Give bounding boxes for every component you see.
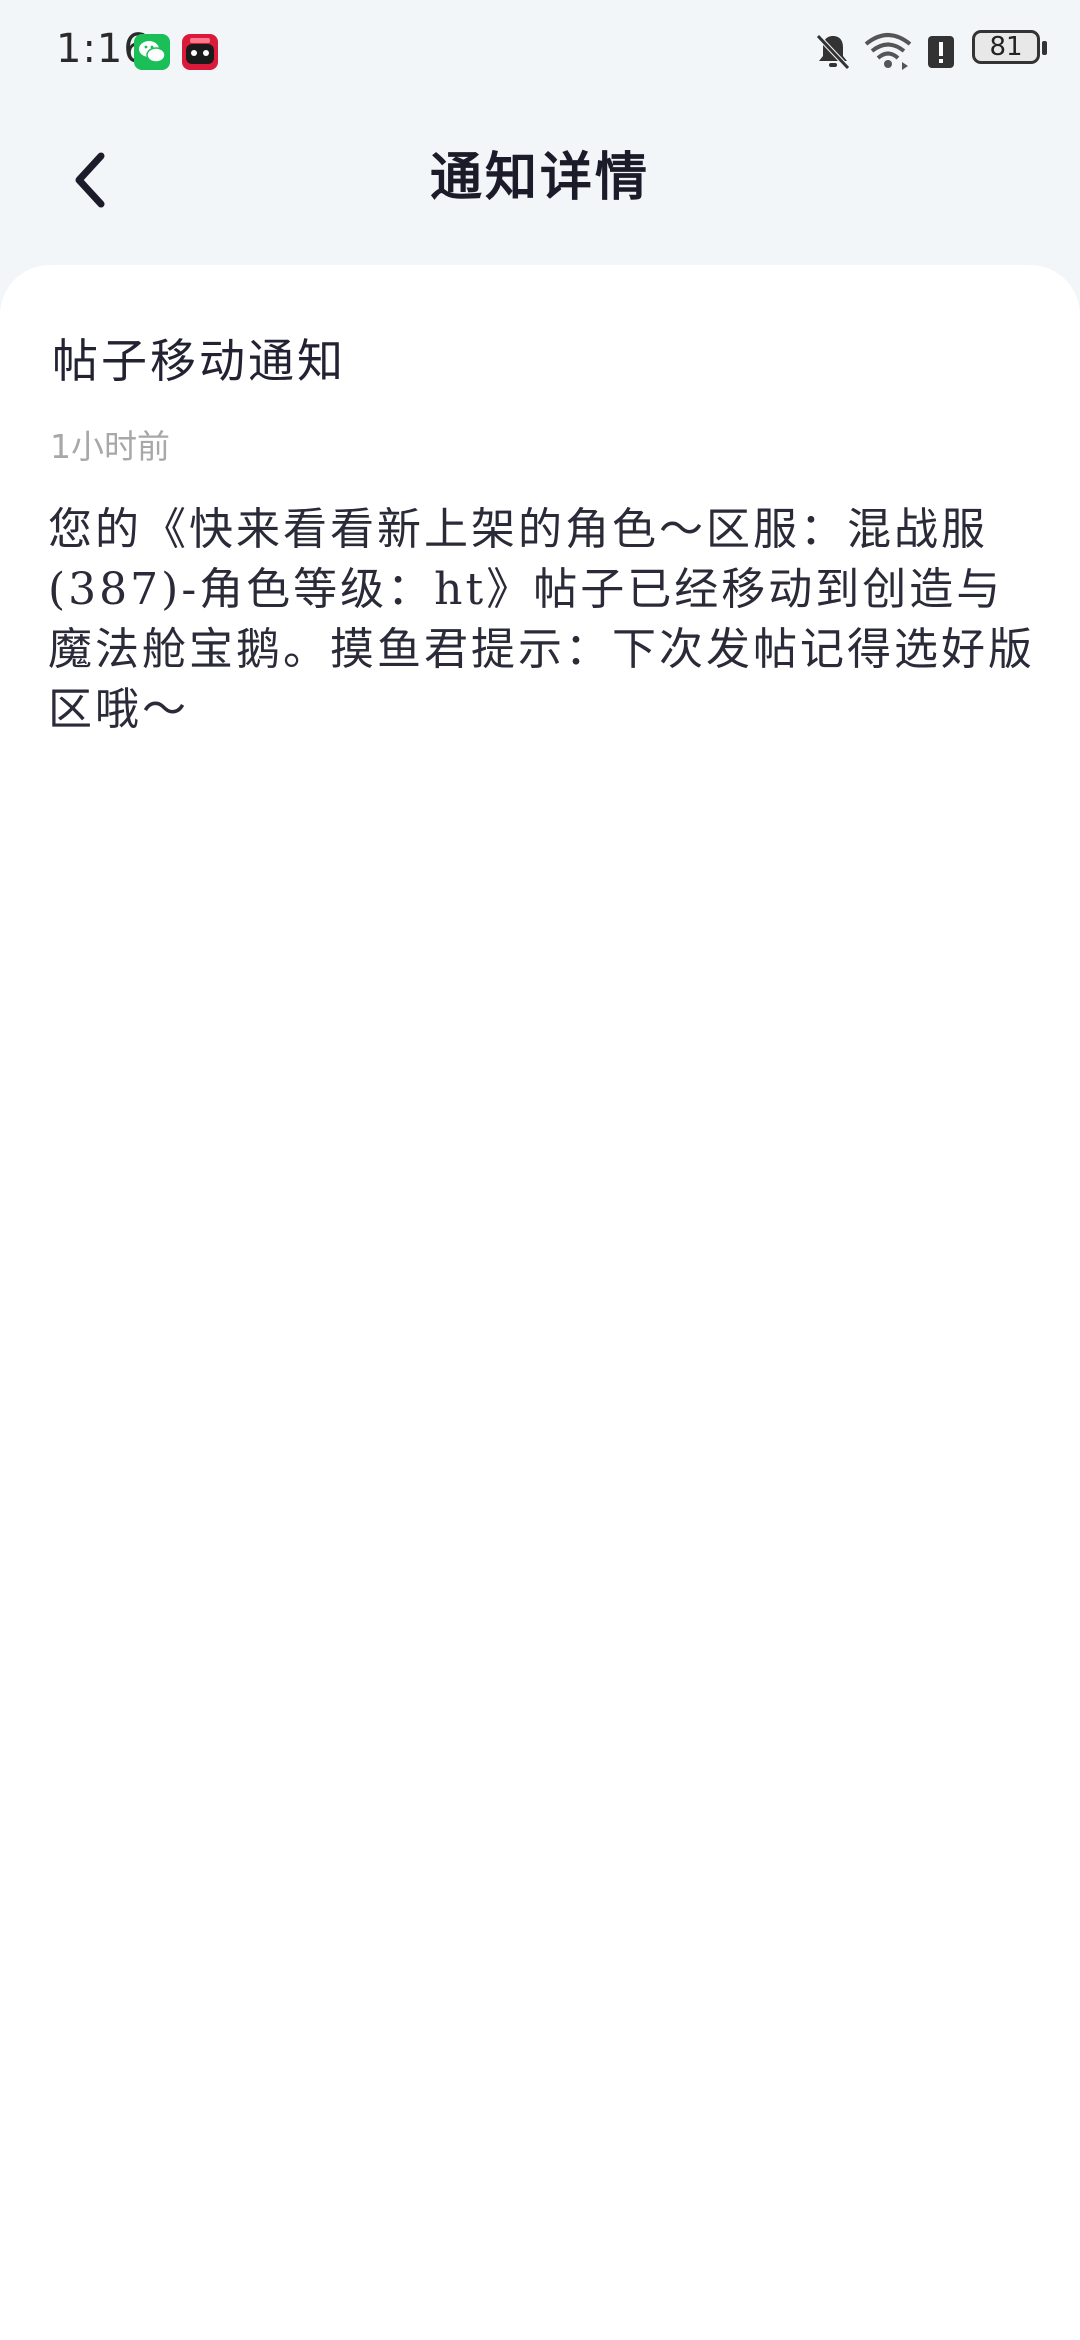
notice-title: 帖子移动通知 xyxy=(52,334,346,388)
wifi-icon xyxy=(862,30,914,74)
battery-tip xyxy=(1042,41,1047,55)
wechat-icon xyxy=(134,34,170,70)
battery-level: 81 xyxy=(989,32,1023,62)
notice-time: 1小时前 xyxy=(50,427,170,466)
status-bar: 1:16 81 xyxy=(0,0,1080,105)
game-app-icon xyxy=(182,34,218,70)
notice-card: 帖子移动通知 1小时前 您的《快来看看新上架的角色～区服：混战服(387)-角色… xyxy=(0,265,1080,2340)
notice-body: 您的《快来看看新上架的角色～区服：混战服(387)-角色等级：ht》帖子已经移动… xyxy=(48,504,1035,735)
battery-icon: 81 xyxy=(972,30,1047,64)
alert-icon xyxy=(926,30,956,74)
page-title: 通知详情 xyxy=(429,147,650,208)
header: 通知详情 xyxy=(0,105,1080,265)
bell-muted-icon xyxy=(814,30,852,74)
